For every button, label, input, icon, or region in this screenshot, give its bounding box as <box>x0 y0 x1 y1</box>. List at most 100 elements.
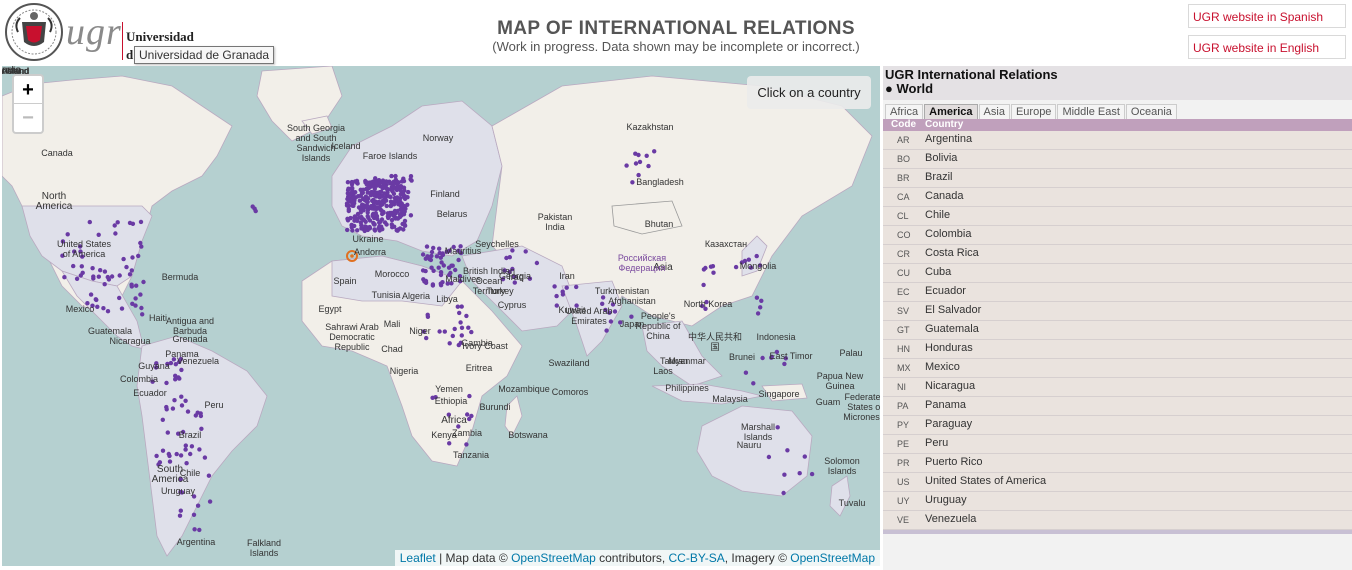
zoom-out-button[interactable]: − <box>14 104 42 132</box>
cc-by-sa-link[interactable]: CC-BY-SA <box>669 551 725 565</box>
partner-marker[interactable] <box>394 179 399 184</box>
partner-marker[interactable] <box>389 222 394 227</box>
partner-marker[interactable] <box>633 151 638 156</box>
partner-marker[interactable] <box>141 279 146 285</box>
partner-marker[interactable] <box>183 443 188 448</box>
partner-marker[interactable] <box>134 283 139 288</box>
country-row[interactable]: CR Costa Rica <box>883 245 1352 264</box>
partner-marker[interactable] <box>177 513 183 518</box>
partner-marker[interactable] <box>174 451 179 457</box>
partner-marker[interactable] <box>350 228 355 233</box>
partner-marker[interactable] <box>381 210 386 215</box>
country-name[interactable]: Colombia <box>925 228 971 240</box>
partner-marker[interactable] <box>368 181 373 186</box>
partner-marker[interactable] <box>754 295 760 300</box>
zoom-in-button[interactable]: + <box>14 76 42 104</box>
partner-marker[interactable] <box>164 407 169 412</box>
partner-marker[interactable] <box>401 185 407 190</box>
partner-marker[interactable] <box>115 220 120 225</box>
partner-marker[interactable] <box>652 149 657 154</box>
country-name[interactable]: Canada <box>925 190 964 202</box>
partner-marker[interactable] <box>408 177 413 182</box>
partner-marker[interactable] <box>352 195 357 200</box>
partner-marker[interactable] <box>452 326 457 332</box>
partner-marker[interactable] <box>373 211 378 216</box>
country-name[interactable]: Cuba <box>925 266 951 278</box>
partner-marker[interactable] <box>87 219 93 225</box>
partner-marker[interactable] <box>91 276 96 281</box>
partner-marker[interactable] <box>119 306 125 311</box>
partner-marker[interactable] <box>252 206 257 211</box>
partner-marker[interactable] <box>424 244 430 249</box>
partner-marker[interactable] <box>377 190 382 195</box>
partner-marker[interactable] <box>754 253 759 259</box>
country-row[interactable]: EC Ecuador <box>883 283 1352 302</box>
partner-marker[interactable] <box>136 253 141 259</box>
world-map[interactable]: Canada North America United States of Amer… <box>2 66 880 566</box>
partner-marker[interactable] <box>459 325 465 330</box>
country-row[interactable]: BO Bolivia <box>883 150 1352 169</box>
partner-marker[interactable] <box>425 314 431 319</box>
country-name[interactable]: Panama <box>925 399 966 411</box>
partner-marker[interactable] <box>408 213 414 218</box>
country-name[interactable]: El Salvador <box>925 304 981 316</box>
country-name[interactable]: Guatemala <box>925 323 979 335</box>
partner-marker[interactable] <box>424 335 429 341</box>
partner-marker[interactable] <box>78 273 84 278</box>
partner-marker[interactable] <box>459 333 464 338</box>
partner-marker[interactable] <box>781 490 786 496</box>
partner-marker[interactable] <box>560 289 565 294</box>
partner-marker[interactable] <box>425 254 430 259</box>
partner-marker[interactable] <box>138 292 143 297</box>
partner-marker[interactable] <box>368 191 373 196</box>
partner-marker[interactable] <box>96 232 101 237</box>
partner-marker[interactable] <box>710 264 716 269</box>
partner-marker[interactable] <box>604 328 609 333</box>
partner-marker[interactable] <box>743 370 749 375</box>
partner-marker[interactable] <box>207 499 213 504</box>
partner-marker[interactable] <box>797 471 802 476</box>
ugr-website-english-link[interactable]: UGR website in English <box>1188 35 1346 59</box>
partner-marker[interactable] <box>377 200 382 205</box>
partner-marker[interactable] <box>127 272 133 277</box>
partner-marker[interactable] <box>447 441 452 446</box>
partner-marker[interactable] <box>436 265 441 270</box>
partner-marker[interactable] <box>178 453 184 458</box>
partner-marker[interactable] <box>758 305 763 310</box>
partner-marker[interactable] <box>759 298 764 303</box>
partner-marker[interactable] <box>138 219 144 225</box>
partner-marker[interactable] <box>393 173 398 179</box>
partner-marker[interactable] <box>564 285 569 290</box>
partner-marker[interactable] <box>554 293 559 299</box>
country-row[interactable]: CA Canada <box>883 188 1352 207</box>
partner-marker[interactable] <box>458 320 463 325</box>
partner-marker[interactable] <box>352 179 358 184</box>
partner-marker[interactable] <box>429 265 434 270</box>
partner-marker[interactable] <box>355 228 360 233</box>
partner-marker[interactable] <box>646 163 651 169</box>
country-row[interactable]: SV El Salvador <box>883 302 1352 321</box>
partner-marker[interactable] <box>94 297 99 303</box>
partner-marker[interactable] <box>197 447 202 452</box>
partner-marker[interactable] <box>370 198 375 203</box>
country-row[interactable]: AR Argentina <box>883 131 1352 150</box>
partner-marker[interactable] <box>90 266 95 271</box>
partner-marker[interactable] <box>346 207 351 212</box>
ugr-website-spanish-link[interactable]: UGR website in Spanish <box>1188 4 1346 28</box>
partner-marker[interactable] <box>366 185 372 191</box>
partner-marker[interactable] <box>405 202 410 207</box>
partner-marker[interactable] <box>170 406 176 411</box>
country-row[interactable]: PA Panama <box>883 397 1352 416</box>
partner-marker[interactable] <box>189 444 195 449</box>
partner-marker[interactable] <box>154 453 159 459</box>
openstreetmap-link[interactable]: OpenStreetMap <box>511 551 596 565</box>
partner-marker[interactable] <box>348 191 353 196</box>
country-name[interactable]: Bolivia <box>925 152 957 164</box>
country-row[interactable]: US United States of America <box>883 473 1352 492</box>
partner-marker[interactable] <box>345 180 351 185</box>
partner-marker[interactable] <box>345 187 351 193</box>
country-row[interactable]: PE Peru <box>883 435 1352 454</box>
partner-marker[interactable] <box>372 222 377 227</box>
partner-marker[interactable] <box>374 180 379 185</box>
partner-marker[interactable] <box>160 417 165 422</box>
